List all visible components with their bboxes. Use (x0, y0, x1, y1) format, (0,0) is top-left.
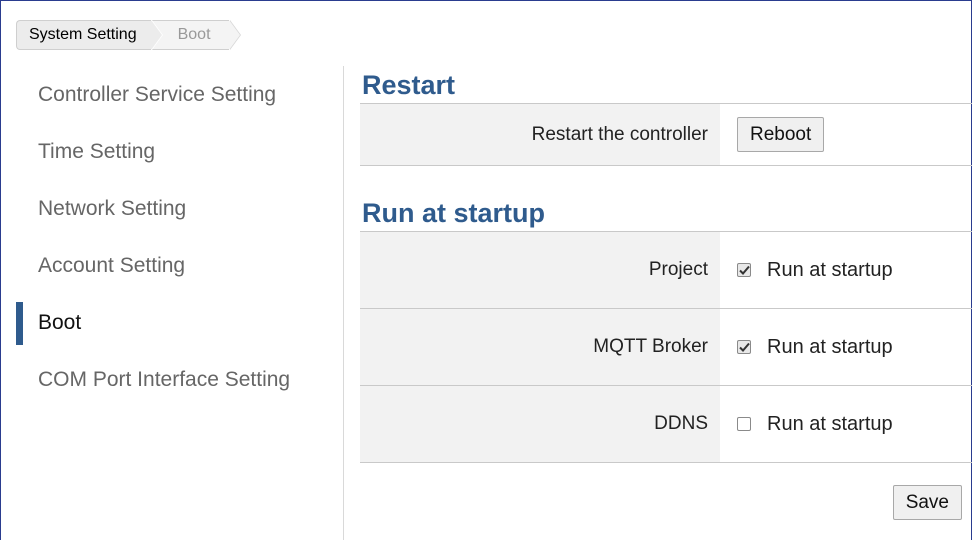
save-button[interactable]: Save (892, 485, 962, 520)
restart-section: Restart Restart the controller Reboot (360, 66, 972, 166)
startup-option-label: Run at startup (767, 258, 893, 281)
startup-section: Run at startup Project Run at startup MQ… (360, 194, 972, 463)
sidebar-item-label: Boot (38, 310, 82, 334)
restart-label: Restart the controller (360, 104, 720, 165)
form-footer: Save (360, 463, 972, 520)
sidebar-item-network-setting[interactable]: Network Setting (16, 180, 343, 237)
restart-value: Reboot (720, 104, 972, 165)
main-content: Restart Restart the controller Reboot Ru… (360, 66, 972, 520)
startup-row-value: Run at startup (720, 232, 972, 308)
startup-row-value: Run at startup (720, 309, 972, 385)
sidebar-item-label: COM Port Interface Setting (38, 367, 291, 391)
checkmark-icon (738, 342, 750, 352)
startup-option-label: Run at startup (767, 335, 893, 358)
sidebar-item-controller-service-setting[interactable]: Controller Service Setting (16, 66, 343, 123)
sidebar-item-time-setting[interactable]: Time Setting (16, 123, 343, 180)
sidebar-item-boot[interactable]: Boot (16, 294, 343, 351)
breadcrumb-system-setting-label: System Setting (29, 26, 137, 43)
breadcrumb-system-setting[interactable]: System Setting (16, 20, 163, 50)
sidebar-item-label: Controller Service Setting (38, 82, 277, 106)
restart-title: Restart (360, 66, 972, 104)
mqtt-broker-run-at-startup-checkbox[interactable] (737, 340, 751, 354)
reboot-button[interactable]: Reboot (737, 117, 825, 152)
sidebar-item-label: Account Setting (38, 253, 186, 277)
sidebar-item-com-port-interface-setting[interactable]: COM Port Interface Setting (16, 351, 343, 408)
startup-row-label: DDNS (360, 386, 720, 462)
startup-row-ddns: DDNS Run at startup (360, 386, 972, 463)
breadcrumb: System Setting Boot (16, 20, 241, 50)
startup-row-label: MQTT Broker (360, 309, 720, 385)
restart-row: Restart the controller Reboot (360, 104, 972, 166)
sidebar: Controller Service Setting Time Setting … (16, 66, 344, 540)
checkmark-icon (738, 265, 750, 275)
startup-row-project: Project Run at startup (360, 232, 972, 309)
sidebar-item-label: Time Setting (38, 139, 156, 163)
startup-title: Run at startup (360, 194, 972, 232)
breadcrumb-boot-label: Boot (177, 26, 211, 43)
startup-option-label: Run at startup (767, 412, 893, 435)
project-run-at-startup-checkbox[interactable] (737, 263, 751, 277)
startup-row-label: Project (360, 232, 720, 308)
breadcrumb-boot: Boot (151, 20, 241, 50)
startup-row-value: Run at startup (720, 386, 972, 462)
sidebar-item-label: Network Setting (38, 196, 187, 220)
startup-row-mqtt-broker: MQTT Broker Run at startup (360, 309, 972, 386)
sidebar-item-account-setting[interactable]: Account Setting (16, 237, 343, 294)
ddns-run-at-startup-checkbox[interactable] (737, 417, 751, 431)
